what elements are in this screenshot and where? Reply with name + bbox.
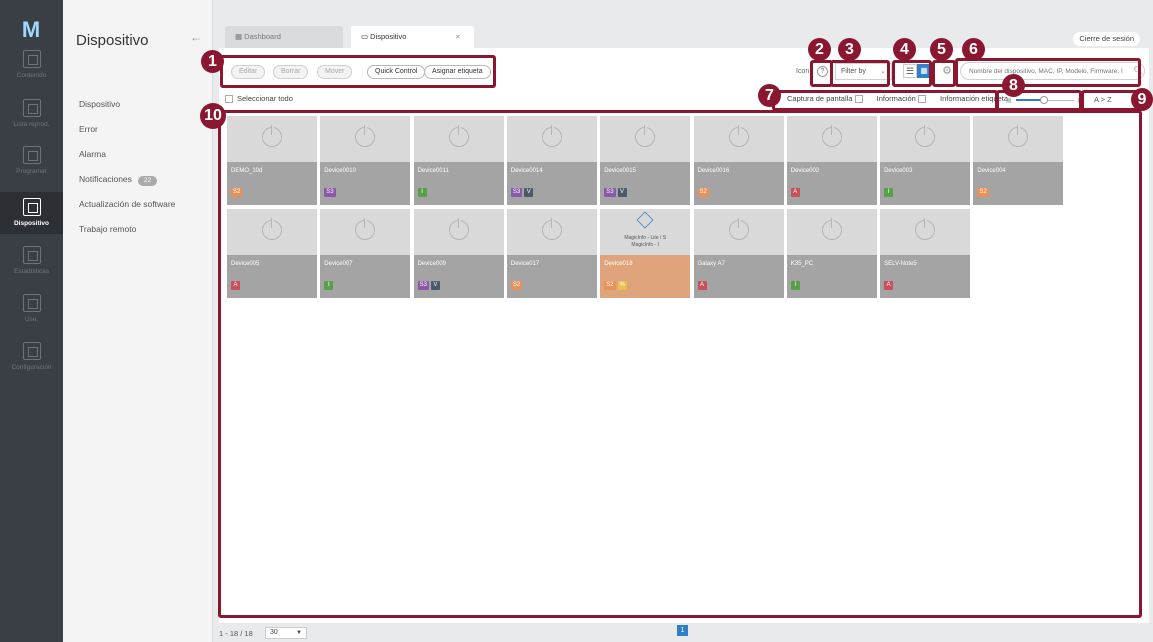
sidebar-item-notifications[interactable]: Notificaciones 22 [79,174,158,186]
page-range: 1 - 18 / 18 [219,629,253,638]
callout-frame [892,60,932,87]
navigation-rail: M Contenido Lista reprod. Programar Disp… [0,0,63,642]
sidebar-item-label: Notificaciones [79,174,132,184]
user-icon [22,294,41,312]
sidebar: Dispositivo ← Dispositivo Error Alarma N… [63,0,213,642]
tab-label: Dispositivo [370,32,407,41]
callout-frame [932,60,956,87]
app-logo: M [21,17,41,42]
rail-item-label: Lista reprod. [13,121,50,128]
callout-number: 2 [808,38,831,61]
callout-frame [220,55,496,88]
callout-number: 10 [200,103,226,129]
pagination-bar: 1 - 18 / 18 30 ▼ 1 [219,624,1149,642]
callout-frame [955,58,1141,87]
collapse-arrow-icon[interactable]: ← [190,30,202,44]
device-icon [22,198,41,216]
sidebar-item-remote-job[interactable]: Trabajo remoto [79,224,136,234]
page-button[interactable]: 1 [677,625,688,636]
tab-label: Dashboard [244,32,281,41]
sidebar-item-alarm[interactable]: Alarma [79,149,106,159]
notification-count-badge: 22 [137,176,158,186]
callout-number: 5 [930,38,953,61]
sidebar-item-error[interactable]: Error [79,124,98,134]
callout-number: 8 [1002,74,1025,97]
page-size-value: 30 [270,629,278,636]
callout-frame [218,110,1142,618]
callout-number: 3 [838,38,861,61]
chevron-down-icon: ▼ [296,630,302,636]
content-icon [22,50,41,68]
schedule-icon [22,146,41,164]
rail-item-settings[interactable]: Configuración [0,342,63,384]
rail-item-statistics[interactable]: Estadísticas [0,246,63,288]
rail-item-label: Dispositivo [13,220,50,227]
logout-button[interactable]: Cierre de sesión [1073,32,1140,46]
rail-item-content[interactable]: Contenido [0,50,63,92]
rail-item-label: Configuración [11,364,52,371]
page-size-select[interactable]: 30 ▼ [265,627,307,639]
sidebar-item-device[interactable]: Dispositivo [79,99,120,109]
callout-number: 1 [201,50,224,73]
playlist-icon [22,99,41,117]
rail-item-label: Estadísticas [13,268,50,275]
select-all-checkbox[interactable]: Seleccionar todo [225,94,293,104]
callout-frame [772,90,998,111]
tab-device[interactable]: ▭ Dispositivo × [351,26,474,48]
icon-label: Icon [796,68,810,75]
settings-icon [22,342,41,360]
rail-item-user[interactable]: Usu. [0,294,63,336]
callout-number: 6 [962,38,985,61]
callout-number: 9 [1131,88,1153,111]
select-all-label: Seleccionar todo [237,94,293,103]
callout-frame [830,60,890,87]
statistics-icon [22,246,41,264]
rail-item-label: Programar [16,168,47,175]
rail-item-device[interactable]: Dispositivo [0,192,63,234]
callout-number: 7 [758,84,781,107]
rail-item-label: Contenido [16,72,47,79]
tab-dashboard[interactable]: ▦ Dashboard [225,26,343,48]
dashboard-icon: ▦ [235,32,245,41]
sidebar-item-software-update[interactable]: Actualización de software [79,199,175,209]
monitor-icon: ▭ [361,32,371,41]
rail-item-playlist[interactable]: Lista reprod. [0,99,63,141]
rail-item-label: Usu. [24,316,39,323]
close-tab-icon[interactable]: × [456,26,460,48]
checkbox-icon [225,95,233,104]
sidebar-title: Dispositivo [76,32,149,49]
rail-item-schedule[interactable]: Programar [0,146,63,188]
callout-number: 4 [893,38,916,61]
